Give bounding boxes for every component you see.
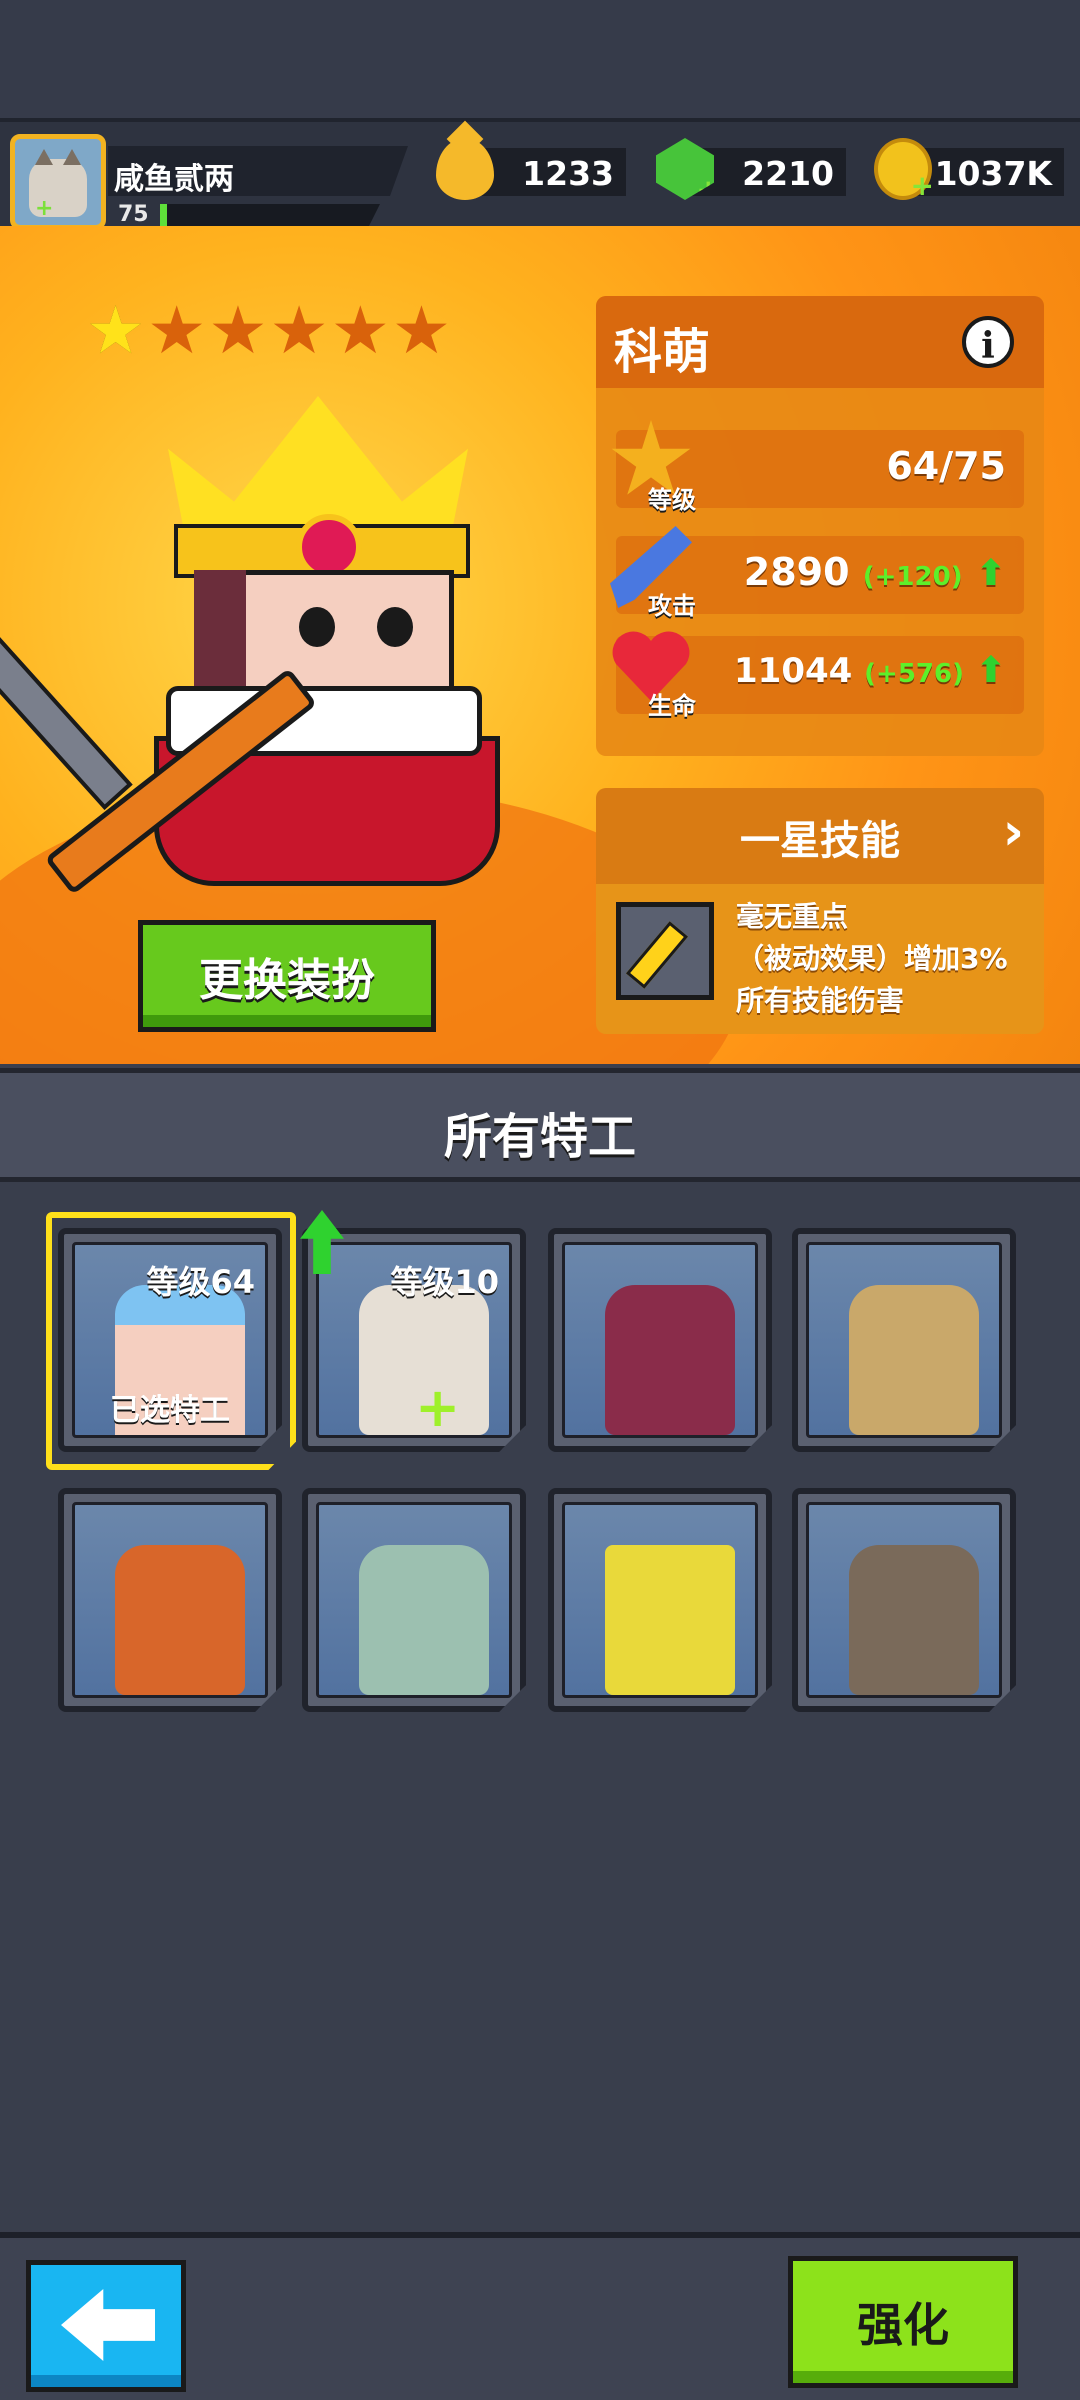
eyepatch-agent-portrait — [849, 1545, 979, 1695]
skill-line-2: （被动效果）增加3% — [736, 942, 1008, 975]
skill-text: 毫无重点 （被动效果）增加3% 所有技能伤害 — [736, 896, 1008, 1022]
star-empty-icon: ★ — [391, 292, 452, 369]
agent-level: 等级10 — [390, 1263, 499, 1301]
stat-level-value: 64/75 — [886, 444, 1006, 488]
stat-attack-label: 攻击 — [648, 592, 696, 620]
chevron-right-icon: › — [1002, 802, 1024, 862]
agents-section-header: 所有特工 — [0, 1068, 1080, 1182]
change-outfit-button[interactable]: 更换装扮 — [138, 920, 436, 1032]
agent-card-5[interactable] — [58, 1488, 282, 1712]
hero-name-header: 科萌 i — [596, 296, 1044, 388]
stat-level: 等级 64/75 — [611, 420, 1024, 514]
stat-attack-value: 2890 — [743, 550, 850, 594]
agent-card-8[interactable] — [792, 1488, 1016, 1712]
stat-hp-label: 生命 — [648, 692, 696, 720]
skill-line-1: 毫无重点 — [736, 900, 849, 933]
xp-bar-fill — [160, 204, 167, 226]
skill-sword-icon[interactable] — [616, 902, 714, 1000]
resource-coin[interactable]: + 1037K — [874, 138, 1064, 202]
star-empty-icon: ★ — [208, 292, 268, 369]
sword-icon — [0, 629, 133, 811]
plus-icon: + — [696, 173, 720, 206]
stat-attack: 攻击 2890 (+120) ⬆ — [610, 526, 1024, 620]
hero-name: 科萌 — [614, 324, 711, 380]
stat-hp-bonus: (+576) — [864, 659, 964, 689]
gold-coin-icon: + — [874, 138, 934, 202]
stat-attack-value-group: 2890 (+120) ⬆ — [744, 550, 1006, 594]
oil-drop-icon — [436, 138, 494, 200]
resource-gem-value: 2210 — [742, 154, 834, 193]
player-avatar[interactable]: + — [10, 134, 106, 230]
star-empty-icon: ★ — [269, 292, 329, 369]
agent-card-4[interactable] — [792, 1228, 1016, 1452]
skill-title: 一星技能 — [740, 818, 900, 864]
skill-line-3: 所有技能伤害 — [736, 984, 905, 1017]
plus-icon: + — [35, 196, 54, 221]
strengthen-button[interactable]: 强化 — [788, 2256, 1018, 2388]
stat-hp: 生命 11044 (+576) ⬆ — [616, 636, 1024, 720]
green-gem-icon: + — [656, 138, 714, 200]
resource-oil-value: 1233 — [522, 154, 614, 193]
stat-hp-value: 11044 — [734, 651, 853, 691]
masked-agent-portrait — [849, 1285, 979, 1435]
pink-hair-agent-portrait — [605, 1285, 735, 1435]
star-empty-icon: ★ — [147, 292, 207, 369]
stat-level-label: 等级 — [648, 486, 696, 514]
resource-oil[interactable]: 1233 — [436, 138, 626, 200]
selected-agent-frame — [46, 1212, 296, 1470]
resource-coin-value: 1037K — [934, 154, 1052, 193]
arrow-left-icon — [61, 2289, 155, 2361]
xp-bar — [160, 204, 380, 226]
agent-card-3[interactable] — [548, 1228, 772, 1452]
back-button[interactable] — [26, 2260, 186, 2392]
plus-icon: + — [910, 169, 934, 202]
agents-section-title: 所有特工 — [443, 1109, 636, 1165]
info-icon[interactable]: i — [962, 316, 1014, 368]
spongebob-agent-portrait — [605, 1545, 735, 1695]
arrow-up-icon: ⬆ — [975, 650, 1006, 691]
plus-icon: + — [415, 1376, 461, 1438]
squidward-agent-portrait — [359, 1545, 489, 1695]
player-name: 咸鱼贰两 — [114, 162, 234, 197]
stat-attack-bonus: (+120) — [862, 562, 963, 592]
arrow-up-icon: ⬆ — [975, 553, 1006, 594]
agent-card-6[interactable] — [302, 1488, 526, 1712]
skill-header-button[interactable]: 一星技能 › — [596, 788, 1044, 884]
player-name-box: 咸鱼贰两 — [108, 146, 408, 196]
status-bar — [0, 0, 1080, 118]
agent-card-7[interactable] — [548, 1488, 772, 1712]
hero-hair — [194, 570, 246, 690]
hero-character — [0, 356, 540, 895]
skill-description: 毫无重点 （被动效果）增加3% 所有技能伤害 — [596, 884, 1044, 1034]
red-hair-agent-portrait — [115, 1545, 245, 1695]
star-filled-icon: ★ — [86, 292, 146, 369]
top-hud: + 咸鱼贰两 75 1233 + 2210 + 1037K — [0, 118, 1080, 234]
star-empty-icon: ★ — [330, 292, 390, 369]
resource-gem[interactable]: + 2210 — [656, 138, 846, 200]
hero-stats-panel: 科萌 i 等级 64/75 攻击 2890 (+120) ⬆ 生命 11044 … — [596, 296, 1044, 756]
agent-card-2[interactable]: 等级10 + — [302, 1228, 526, 1452]
player-level: 75 — [118, 202, 149, 227]
bottom-bar: 强化 — [0, 2232, 1080, 2400]
stat-hp-value-group: 11044 (+576) ⬆ — [734, 650, 1006, 691]
hero-star-rating: ★★★★★★ — [86, 298, 453, 364]
